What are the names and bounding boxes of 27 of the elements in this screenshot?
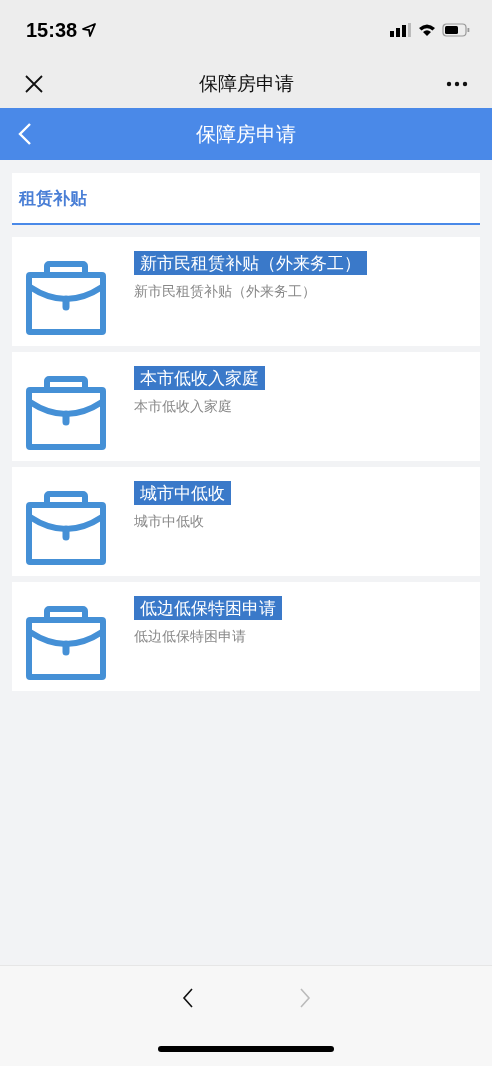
more-icon[interactable] bbox=[446, 81, 468, 87]
briefcase-icon bbox=[26, 606, 106, 680]
item-title: 本市低收入家庭 bbox=[134, 366, 265, 390]
list-item[interactable]: 本市低收入家庭 本市低收入家庭 bbox=[12, 352, 480, 461]
close-icon[interactable] bbox=[25, 75, 43, 93]
list-item[interactable]: 新市民租赁补贴（外来务工） 新市民租赁补贴（外来务工） bbox=[12, 237, 480, 346]
item-subtitle: 低边低保特困申请 bbox=[134, 628, 246, 646]
battery-icon bbox=[442, 23, 470, 37]
briefcase-icon bbox=[26, 491, 106, 565]
briefcase-icon bbox=[26, 376, 106, 450]
page-title: 保障房申请 bbox=[198, 71, 294, 96]
signal-icon bbox=[390, 23, 412, 37]
item-title: 城市中低收 bbox=[134, 481, 231, 505]
item-title: 新市民租赁补贴（外来务工） bbox=[134, 251, 367, 275]
list-item[interactable]: 低边低保特困申请 低边低保特困申请 bbox=[12, 582, 480, 691]
briefcase-icon bbox=[26, 261, 106, 335]
item-subtitle: 本市低收入家庭 bbox=[134, 398, 232, 416]
item-title: 低边低保特困申请 bbox=[134, 596, 282, 620]
item-subtitle: 新市民租赁补贴（外来务工） bbox=[134, 283, 316, 301]
status-time: 15:38 bbox=[26, 18, 78, 42]
header-title: 保障房申请 bbox=[196, 120, 296, 148]
item-subtitle: 城市中低收 bbox=[134, 513, 204, 531]
section-title: 租赁补贴 bbox=[19, 186, 87, 210]
wifi-icon bbox=[418, 23, 436, 37]
back-icon[interactable] bbox=[18, 122, 32, 146]
list-item[interactable]: 城市中低收 城市中低收 bbox=[12, 467, 480, 576]
location-arrow-icon bbox=[82, 23, 97, 37]
